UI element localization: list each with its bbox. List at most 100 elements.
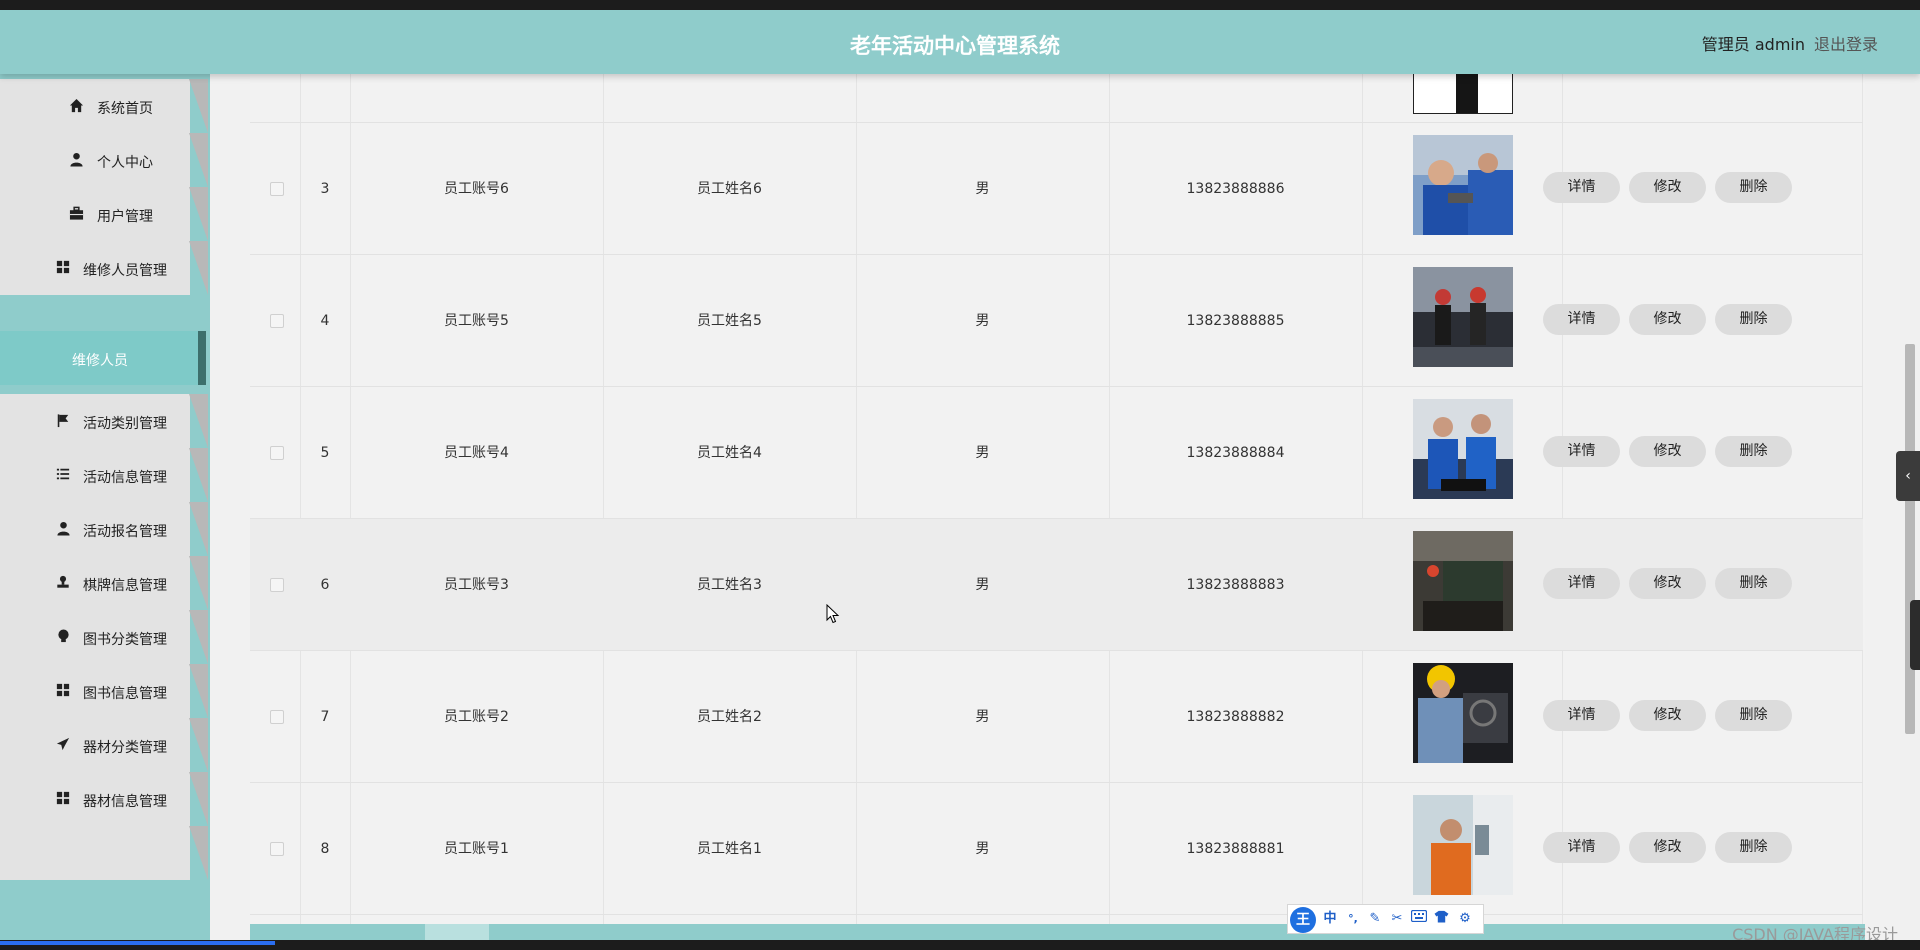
staff-photo [1413,663,1513,763]
bottom-strip [250,924,1865,940]
edit-button[interactable]: 修改 [1629,700,1706,731]
edit-button[interactable]: 修改 [1629,304,1706,335]
row-checkbox[interactable] [270,710,284,724]
sidebar-item-label: 棋牌信息管理 [83,578,167,594]
staff-name: 员工姓名5 [697,313,762,329]
keyboard-icon[interactable] [1410,909,1428,928]
delete-button[interactable]: 删除 [1715,832,1792,863]
table-row [250,74,1863,123]
staff-phone: 13823888883 [1186,577,1285,593]
edit-button[interactable]: 修改 [1629,568,1706,599]
sidebar-item-partial[interactable] [0,826,208,880]
row-index: 7 [320,709,330,725]
user-icon [55,521,71,537]
stamp-icon [55,575,71,591]
sidebar-item-label: 活动信息管理 [83,470,167,486]
table-row: 3 员工账号6 员工姓名6 男 13823888886 详情 修改 删除 [250,123,1863,255]
side-handle[interactable] [1910,600,1920,670]
row-index: 5 [320,445,330,461]
detail-button[interactable]: 详情 [1543,304,1620,335]
row-checkbox[interactable] [270,182,284,196]
sidebar-item-label: 用户管理 [97,209,153,225]
delete-button[interactable]: 删除 [1715,304,1792,335]
staff-photo [1413,795,1513,895]
sidebar-item-label: 器材信息管理 [83,794,167,810]
sidebar-item-label: 图书分类管理 [83,632,167,648]
sidebar-item-activity-info[interactable]: 活动信息管理 [0,448,208,502]
staff-name: 员工姓名1 [697,841,762,857]
row-checkbox[interactable] [270,578,284,592]
grid-icon [55,683,71,699]
staff-account: 员工账号1 [444,841,509,857]
chevron-left-icon[interactable]: ‹ [1896,451,1920,501]
sidebar-item-home[interactable]: 系统首页 [0,79,208,133]
sidebar-item-label: 活动类别管理 [83,416,167,432]
sidebar-item-label: 器材分类管理 [83,740,167,756]
staff-gender: 男 [975,709,990,725]
sidebar-item-activity-category[interactable]: 活动类别管理 [0,394,208,448]
row-checkbox[interactable] [270,842,284,856]
skin-icon[interactable] [1432,910,1450,928]
admin-label: 管理员 admin [1701,35,1805,54]
briefcase-icon [68,206,84,222]
app-title: 老年活动中心管理系统 [850,34,1060,58]
ime-punct-toggle[interactable]: °, [1344,910,1362,928]
sidebar-item-personal-center[interactable]: 个人中心 [0,133,208,187]
detail-button[interactable]: 详情 [1543,568,1620,599]
sidebar-item-book-info[interactable]: 图书信息管理 [0,664,208,718]
sidebar-item-equipment-category[interactable]: 器材分类管理 [0,718,208,772]
detail-button[interactable]: 详情 [1543,172,1620,203]
delete-button[interactable]: 删除 [1715,436,1792,467]
detail-button[interactable]: 详情 [1543,436,1620,467]
sidebar-item-label: 个人中心 [97,155,153,171]
scissors-icon[interactable]: ✂ [1388,910,1406,928]
sidebar-item-activity-signup[interactable]: 活动报名管理 [0,502,208,556]
sidebar-item-label: 图书信息管理 [83,686,167,702]
detail-button[interactable]: 详情 [1543,832,1620,863]
page-scrollbar[interactable] [1900,74,1920,940]
edit-button[interactable]: 修改 [1629,436,1706,467]
sidebar-item-equipment-info[interactable]: 器材信息管理 [0,772,208,826]
ime-lang-toggle[interactable]: 中 [1321,910,1339,928]
top-header: 老年活动中心管理系统 管理员 admin 退出登录 [0,10,1920,74]
staff-phone: 13823888886 [1186,181,1285,197]
staff-phone: 13823888882 [1186,709,1285,725]
detail-button[interactable]: 详情 [1543,700,1620,731]
sidebar-item-chess-info[interactable]: 棋牌信息管理 [0,556,208,610]
delete-button[interactable]: 删除 [1715,700,1792,731]
row-checkbox[interactable] [270,446,284,460]
logout-link[interactable]: 退出登录 [1814,31,1878,55]
staff-table: 3 员工账号6 员工姓名6 男 13823888886 详情 修改 删除 4 员… [250,74,1865,924]
table-row: 6 员工账号3 员工姓名3 男 13823888883 详情 修改 删除 [250,519,1863,651]
staff-photo [1413,135,1513,235]
table-row: 4 员工账号5 员工姓名5 男 13823888885 详情 修改 删除 [250,255,1863,387]
table-row: 8 员工账号1 员工姓名1 男 13823888881 详情 修改 删除 [250,783,1863,915]
sidebar-item-label: 维修人员 [72,353,128,369]
grid-icon [55,260,71,276]
list-icon [55,467,71,483]
sidebar-item-user-management[interactable]: 用户管理 [0,187,208,241]
grid-icon [55,791,71,807]
staff-gender: 男 [975,181,990,197]
settings-icon[interactable]: ⚙ [1456,910,1474,928]
delete-button[interactable]: 删除 [1715,568,1792,599]
delete-button[interactable]: 删除 [1715,172,1792,203]
staff-gender: 男 [975,577,990,593]
app-window: 老年活动中心管理系统 管理员 admin 退出登录 系统首页 个人中心 用户管理 [0,10,1920,940]
sidebar-subitem-repair-staff[interactable]: 维修人员 [0,331,208,385]
staff-account: 员工账号6 [444,181,509,197]
edit-button[interactable]: 修改 [1629,172,1706,203]
pen-icon[interactable]: ✎ [1366,910,1384,928]
sidebar-item-repair-staff-management[interactable]: 维修人员管理 [0,241,208,295]
edit-button[interactable]: 修改 [1629,832,1706,863]
bulb-icon [55,629,71,645]
sidebar-item-label: 维修人员管理 [83,263,167,279]
staff-account: 员工账号5 [444,313,509,329]
staff-photo [1413,267,1513,367]
row-index: 6 [320,577,330,593]
scrollbar-thumb[interactable] [1905,344,1915,734]
ime-logo[interactable]: 王 [1290,907,1316,933]
row-checkbox[interactable] [270,314,284,328]
sidebar-item-book-category[interactable]: 图书分类管理 [0,610,208,664]
ime-toolbar[interactable]: 王 中 °, ✎ ✂ ⚙ [1287,904,1484,934]
